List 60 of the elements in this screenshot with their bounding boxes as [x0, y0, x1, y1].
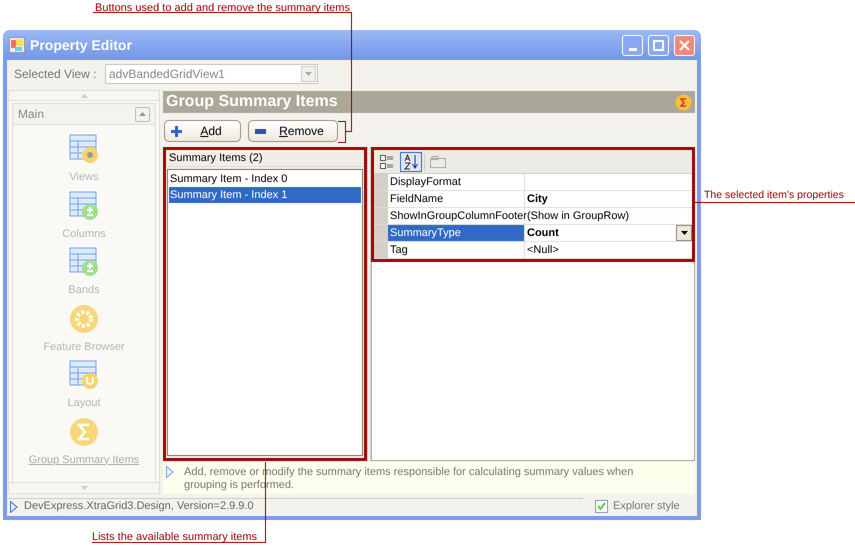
maximize-button[interactable]: [648, 34, 669, 56]
triangle-icon: [10, 500, 18, 512]
categorized-icon: [380, 154, 394, 168]
checkbox-label: Explorer style: [613, 498, 680, 514]
property-value[interactable]: City: [525, 191, 550, 207]
property-name[interactable]: FieldName: [388, 191, 525, 207]
caret-icon: [139, 112, 146, 116]
caret-icon: [80, 94, 88, 98]
callout-text: The selected item’s properties: [704, 189, 844, 201]
list-item[interactable]: Summary Item - Index 1: [169, 187, 361, 203]
property-name[interactable]: SummaryType: [388, 225, 525, 241]
property-value[interactable]: Count: [525, 225, 561, 241]
toolbar-button[interactable]: [400, 152, 422, 172]
grid-icon: [68, 133, 100, 165]
remove-button[interactable]: Remove: [248, 120, 338, 142]
panel-header: Summary Items (2): [166, 150, 364, 167]
row-gutter: [374, 242, 388, 258]
gear-icon: [68, 302, 100, 334]
minus-icon: [255, 128, 266, 134]
property-name[interactable]: Tag: [388, 242, 525, 258]
row-gutter: [374, 208, 388, 224]
callout-text: Lists the available summary items: [92, 530, 258, 545]
window-title: Property Editor: [30, 36, 133, 55]
scroll-down-button[interactable]: [9, 482, 159, 492]
sigma-icon: [675, 94, 692, 110]
sort-icon: [404, 154, 418, 170]
sigma-icon: [68, 416, 100, 448]
caret-icon: [305, 72, 312, 76]
explorer-style-checkbox[interactable]: [595, 500, 608, 512]
property-value[interactable]: (Show in GroupRow): [525, 208, 632, 224]
property-name[interactable]: ShowInGroupColumnFooter: [388, 208, 525, 224]
property-value[interactable]: <Null>: [525, 242, 561, 258]
caret-icon: [680, 231, 688, 235]
view-dropdown[interactable]: advBandedGridView1: [105, 64, 318, 84]
row-gutter: [374, 191, 388, 207]
list-item[interactable]: Summary Item - Index 0: [169, 171, 361, 187]
triangle-icon: [166, 466, 174, 478]
grid-icon: [68, 359, 100, 391]
minimize-button[interactable]: [622, 34, 643, 56]
status-text: DevExpress.XtraGrid3.Design, Version=2.9.9.0: [24, 499, 254, 514]
maximize-icon: [653, 40, 664, 50]
caret-icon: [80, 486, 88, 490]
plus-icon: [171, 126, 182, 136]
page-title: Group Summary Items: [166, 92, 339, 112]
callout-text: Buttons used to add and remove the summary items: [95, 1, 350, 16]
check-icon: [597, 502, 606, 510]
close-button[interactable]: [674, 34, 695, 56]
minimize-icon: [628, 48, 636, 50]
property-name[interactable]: DisplayFormat: [388, 174, 525, 190]
add-button[interactable]: Add: [164, 120, 241, 142]
grid-icon: [68, 246, 100, 278]
row-gutter: [374, 225, 388, 241]
field-label: Selected View :: [14, 66, 98, 83]
grid-icon: [68, 190, 100, 222]
property-pages-icon: [430, 156, 446, 168]
scroll-up-button[interactable]: [9, 91, 159, 101]
dropdown-button[interactable]: [676, 225, 692, 241]
close-icon: [679, 40, 690, 50]
collapse-button[interactable]: [135, 106, 150, 122]
app-icon: [9, 37, 25, 53]
